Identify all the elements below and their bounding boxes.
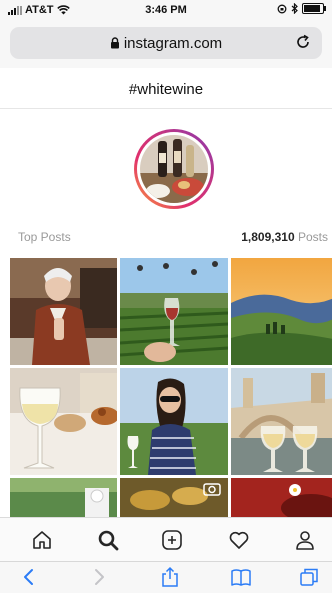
reload-icon[interactable] xyxy=(294,33,312,51)
battery-icon xyxy=(302,3,326,14)
status-bar: AT&T 3:46 PM xyxy=(0,0,332,20)
url-text: instagram.com xyxy=(123,35,223,52)
instagram-tab-bar xyxy=(0,517,332,562)
post-thumbnail[interactable] xyxy=(120,258,228,365)
search-icon[interactable] xyxy=(96,528,120,552)
post-thumbnail[interactable] xyxy=(10,478,117,517)
avatar-photo xyxy=(140,135,208,203)
post-thumbnail[interactable] xyxy=(120,478,228,517)
post-thumbnail[interactable] xyxy=(231,368,332,475)
lock-icon xyxy=(110,37,119,49)
address-bar[interactable]: instagram.com xyxy=(10,27,322,59)
back-icon[interactable] xyxy=(18,566,40,588)
orientation-lock-icon xyxy=(277,4,287,13)
post-count-value: 1,809,310 xyxy=(241,230,295,244)
post-thumbnail[interactable] xyxy=(10,258,117,365)
page-title: #whitewine xyxy=(0,72,332,109)
browser-header: instagram.com xyxy=(0,20,332,68)
activity-heart-icon[interactable] xyxy=(227,528,251,552)
post-thumbnail[interactable] xyxy=(231,258,332,365)
share-icon[interactable] xyxy=(159,566,181,588)
bluetooth-icon xyxy=(291,3,298,14)
add-post-icon[interactable] xyxy=(160,528,184,552)
forward-icon[interactable] xyxy=(88,566,110,588)
section-label: Top Posts xyxy=(18,230,71,244)
safari-toolbar xyxy=(0,561,332,593)
post-count: 1,809,310 Posts xyxy=(241,230,328,244)
post-thumbnail[interactable] xyxy=(231,478,332,517)
tabs-icon[interactable] xyxy=(298,566,320,588)
bookmarks-icon[interactable] xyxy=(230,566,252,588)
post-thumbnail[interactable] xyxy=(120,368,228,475)
post-thumbnail[interactable] xyxy=(10,368,117,475)
hashtag-avatar xyxy=(134,129,214,209)
home-icon[interactable] xyxy=(30,528,54,552)
profile-icon[interactable] xyxy=(293,528,317,552)
post-count-unit: Posts xyxy=(297,230,328,244)
